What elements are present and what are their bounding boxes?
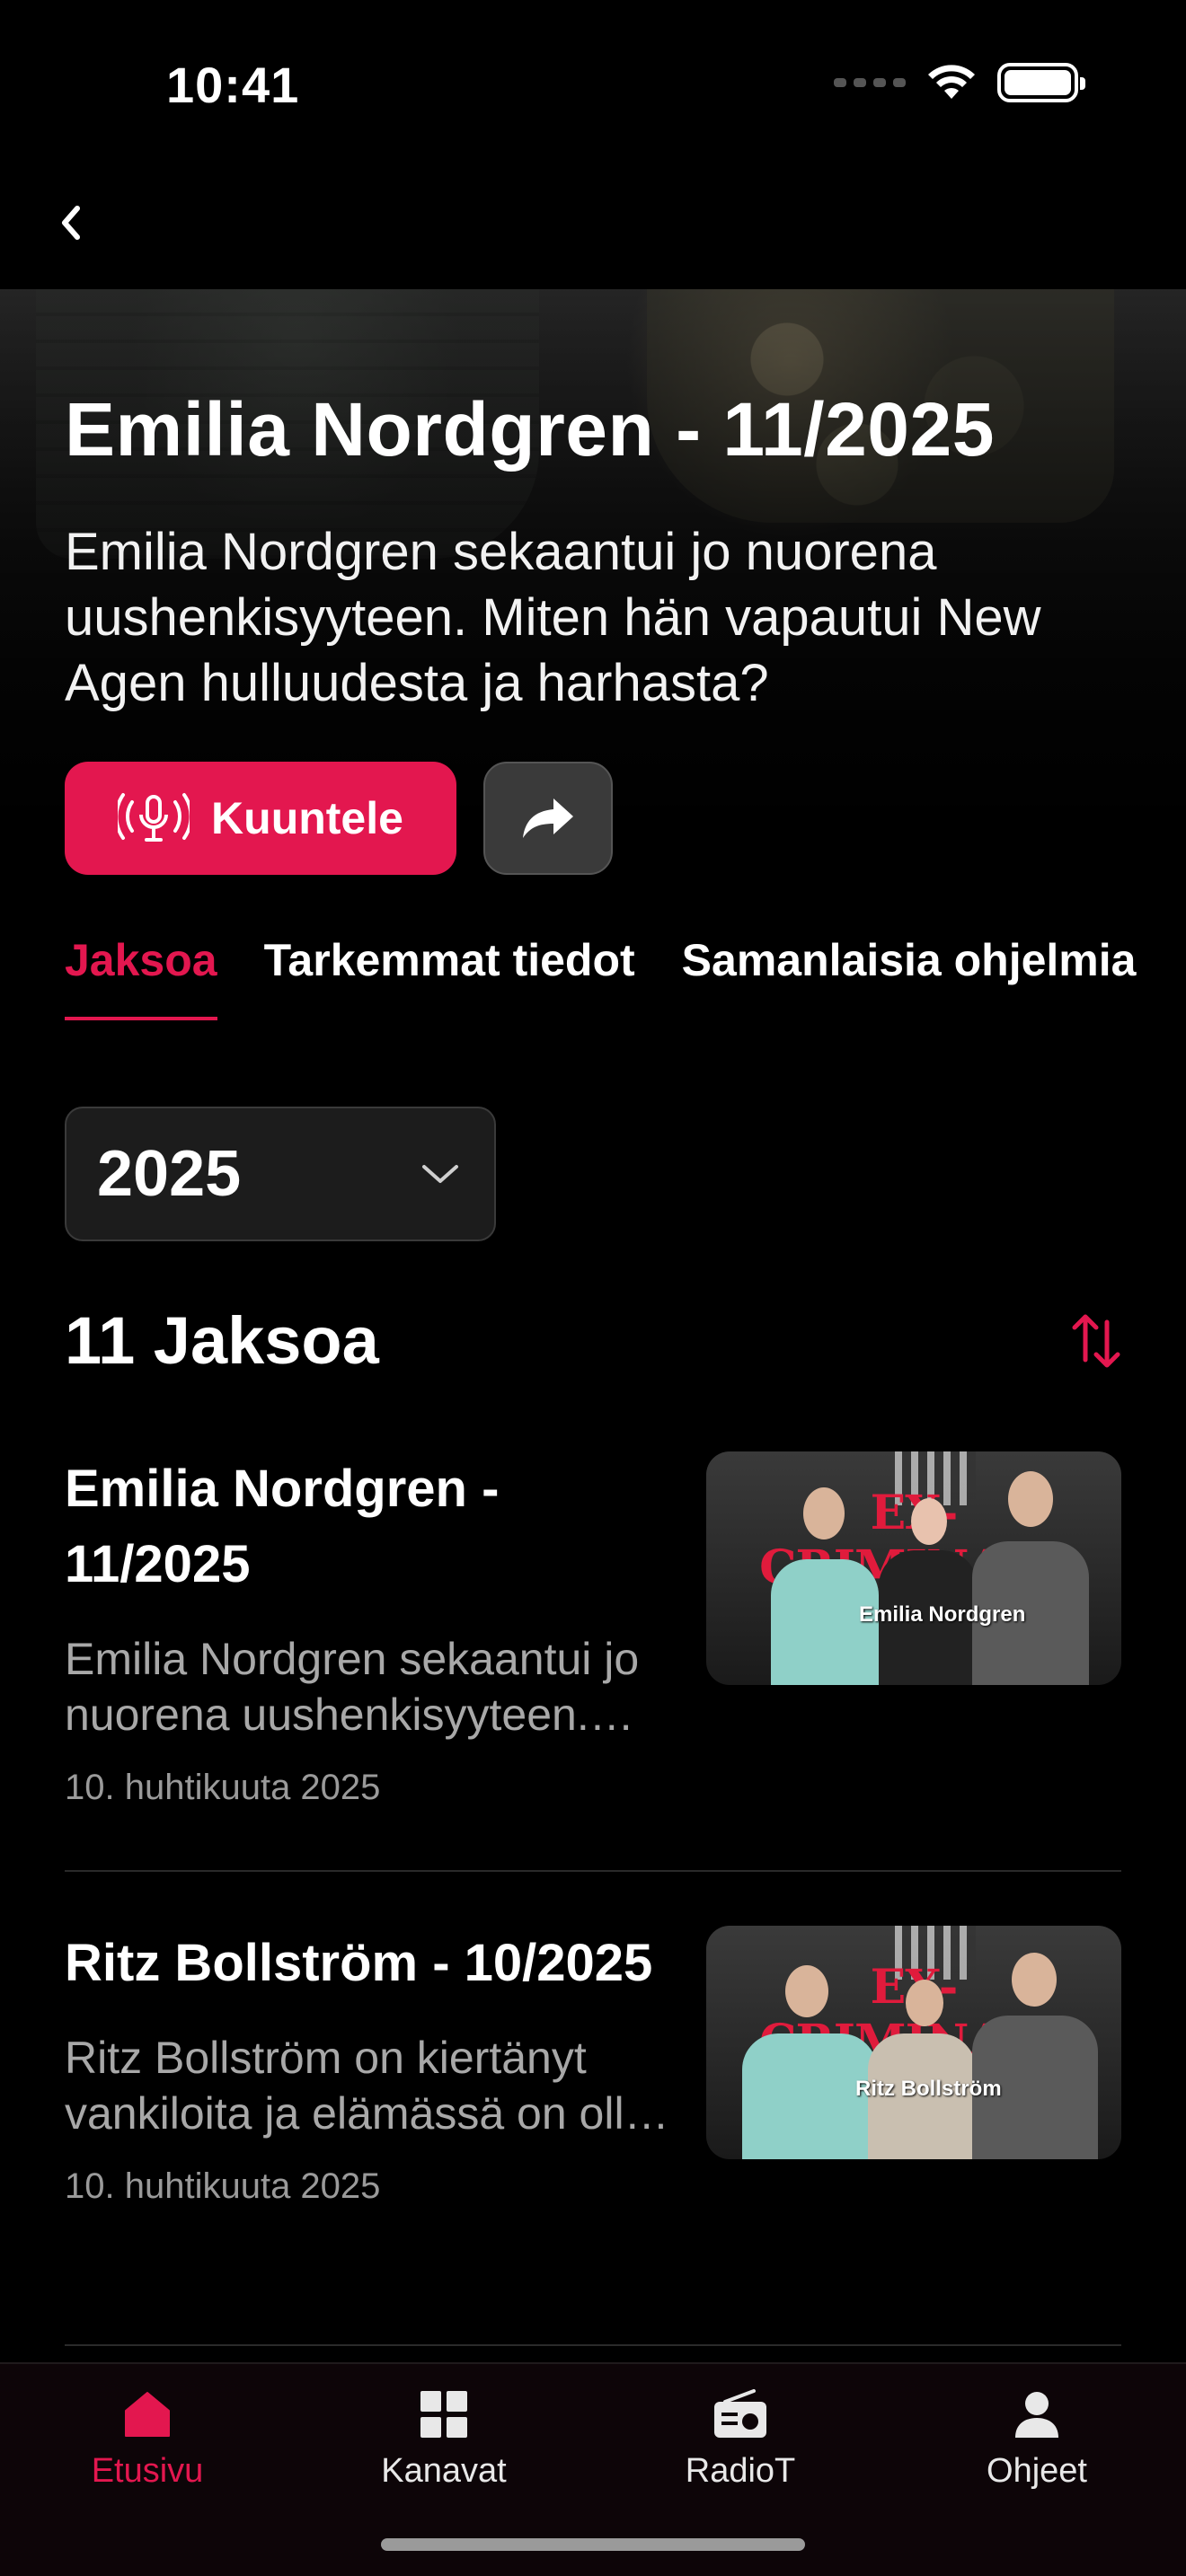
divider	[65, 2344, 1121, 2346]
thumbnail-name: Ritz Bollström	[855, 2077, 1002, 2101]
share-arrow-icon	[523, 798, 573, 838]
home-icon	[125, 2392, 170, 2437]
grid-icon	[420, 2391, 467, 2438]
podcast-icon	[118, 793, 190, 842]
episode-text: Ritz Bollström - 10/2025 Ritz Bollström …	[65, 1926, 694, 2207]
wifi-icon	[928, 65, 975, 99]
tab-similar-programs[interactable]: Samanlaisia ohjelmia	[682, 934, 1137, 1020]
thumbnail-name: Emilia Nordgren	[859, 1602, 1026, 1627]
episode-date: 10. huhtikuuta 2025	[65, 1768, 381, 1807]
nav-item-channels[interactable]: Kanavat	[336, 2389, 552, 2491]
user-icon	[1015, 2392, 1058, 2438]
nav-item-help[interactable]: Ohjeet	[929, 2389, 1145, 2491]
cellular-signal-icon	[834, 78, 906, 87]
chevron-left-icon	[62, 206, 80, 240]
listen-button-label: Kuuntele	[211, 793, 403, 843]
back-button[interactable]	[52, 199, 88, 246]
episode-thumbnail: EX-CRIMINALS Emilia Nordgren	[706, 1451, 1121, 1685]
episode-description: Emilia Nordgren sekaantui jo nuorena uus…	[65, 1634, 640, 1740]
episode-count: 11 Jaksoa	[65, 1303, 379, 1378]
listen-button[interactable]: Kuuntele	[65, 762, 456, 875]
episodes-header: 11 Jaksoa	[65, 1302, 1121, 1379]
nav-item-home[interactable]: Etusivu	[40, 2389, 255, 2491]
episode-title: Ritz Bollström - 10/2025	[65, 1934, 653, 1992]
episode-thumbnail: EX-CRIMINALS Ritz Bollström	[706, 1926, 1121, 2159]
status-icons	[834, 63, 1085, 102]
episode-title: Emilia Nordgren - 11/2025	[65, 1460, 500, 1593]
status-bar: 10:41	[0, 0, 1186, 171]
nav-label: Kanavat	[381, 2452, 507, 2490]
episode-text: Emilia Nordgren - 11/2025 Emilia Nordgre…	[65, 1451, 694, 1808]
episode-description: Ritz Bollström on kiertänyt vankiloita j…	[65, 2033, 662, 2139]
status-time: 10:41	[166, 57, 300, 113]
episode-date: 10. huhtikuuta 2025	[65, 2166, 381, 2206]
nav-label: RadioT	[685, 2452, 796, 2490]
radio-icon	[714, 2389, 766, 2438]
nav-label: Ohjeet	[987, 2452, 1087, 2490]
nav-item-radio[interactable]: RadioT	[633, 2389, 848, 2491]
season-dropdown[interactable]: 2025	[65, 1107, 496, 1241]
sort-icon[interactable]	[1071, 1310, 1121, 1372]
tab-details[interactable]: Tarkemmat tiedot	[264, 934, 635, 1020]
nav-label: Etusivu	[91, 2452, 204, 2490]
share-button[interactable]	[483, 762, 613, 875]
chevron-down-icon	[422, 1165, 458, 1183]
divider	[65, 1870, 1121, 1872]
tab-bar: Jaksoa Tarkemmat tiedot Samanlaisia ohje…	[65, 934, 1136, 1020]
battery-icon	[997, 63, 1085, 102]
tab-episodes[interactable]: Jaksoa	[65, 934, 217, 1020]
page-title: Emilia Nordgren - 11/2025	[65, 387, 995, 472]
program-description: Emilia Nordgren sekaantui jo nuorena uus…	[65, 523, 1041, 712]
season-selected-value: 2025	[97, 1138, 242, 1210]
home-indicator	[381, 2538, 805, 2551]
